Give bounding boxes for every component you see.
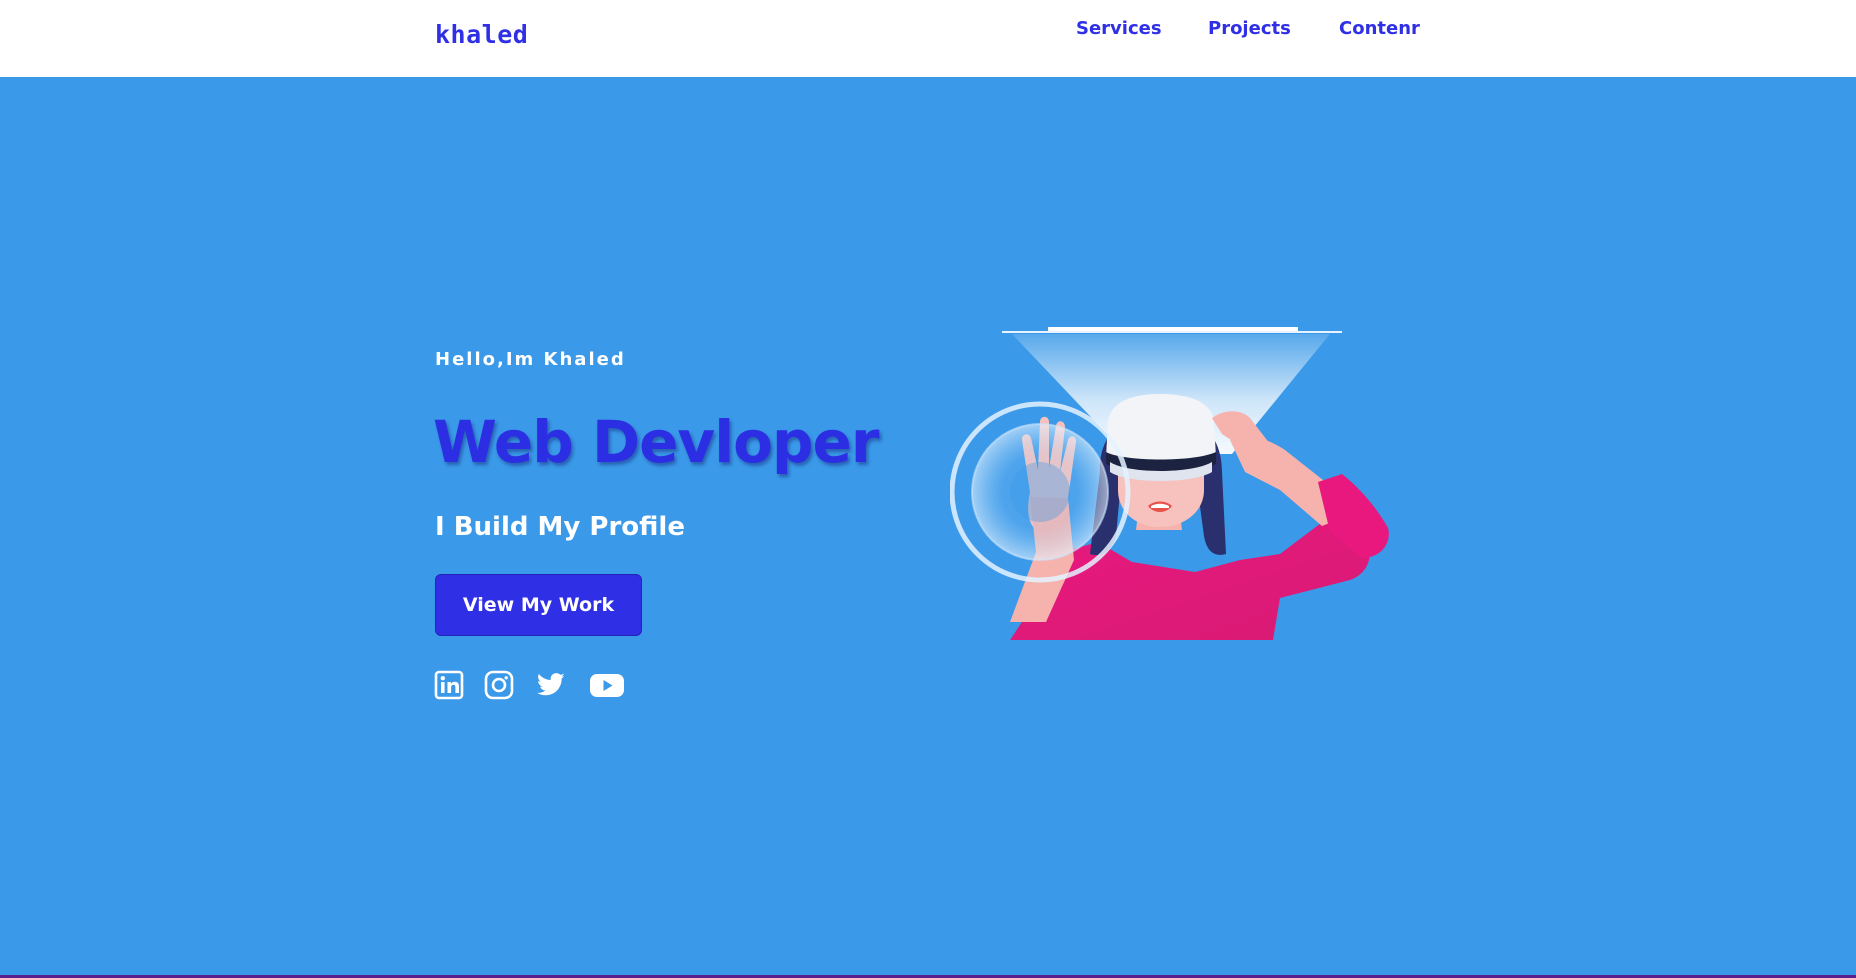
nav-link-contenr[interactable]: Contenr (1339, 18, 1420, 39)
hero-greeting: Hello,Im Khaled (435, 349, 626, 370)
hero-subheadline: I Build My Profile (435, 512, 685, 542)
nav-link-services[interactable]: Services (1076, 18, 1162, 39)
hero-section (0, 77, 1856, 976)
youtube-icon[interactable] (589, 670, 625, 700)
navbar: khaled Services Projects Contenr (0, 0, 1856, 77)
logo-link[interactable]: khaled (435, 20, 528, 49)
vr-headset-illustration (949, 322, 1420, 642)
view-my-work-button[interactable]: View My Work (435, 574, 642, 636)
linkedin-icon[interactable] (434, 670, 464, 700)
nav-link-projects[interactable]: Projects (1208, 18, 1291, 39)
instagram-icon[interactable] (484, 670, 514, 700)
hero-headline: Web Devloper (433, 408, 879, 476)
twitter-icon[interactable] (534, 670, 568, 700)
